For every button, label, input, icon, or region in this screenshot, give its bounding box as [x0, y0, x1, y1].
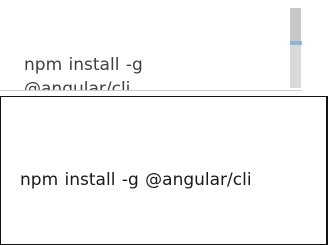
narrow-textarea-content: npm install -g @angular/cli	[24, 53, 274, 91]
narrow-textarea-line2: @angular/cli	[24, 79, 131, 91]
page-root: npm install -g @angular/cli npm install …	[0, 0, 330, 245]
scrollbar-marker	[290, 41, 302, 45]
scrollbar-thumb[interactable]	[290, 8, 301, 44]
narrow-textarea-line1: npm install -g	[24, 55, 143, 75]
vertical-scrollbar[interactable]	[290, 8, 301, 88]
wide-textarea-content: npm install -g @angular/cli	[20, 170, 252, 190]
narrow-textarea[interactable]: npm install -g @angular/cli	[0, 0, 302, 91]
wide-textarea[interactable]: npm install -g @angular/cli	[0, 96, 328, 245]
